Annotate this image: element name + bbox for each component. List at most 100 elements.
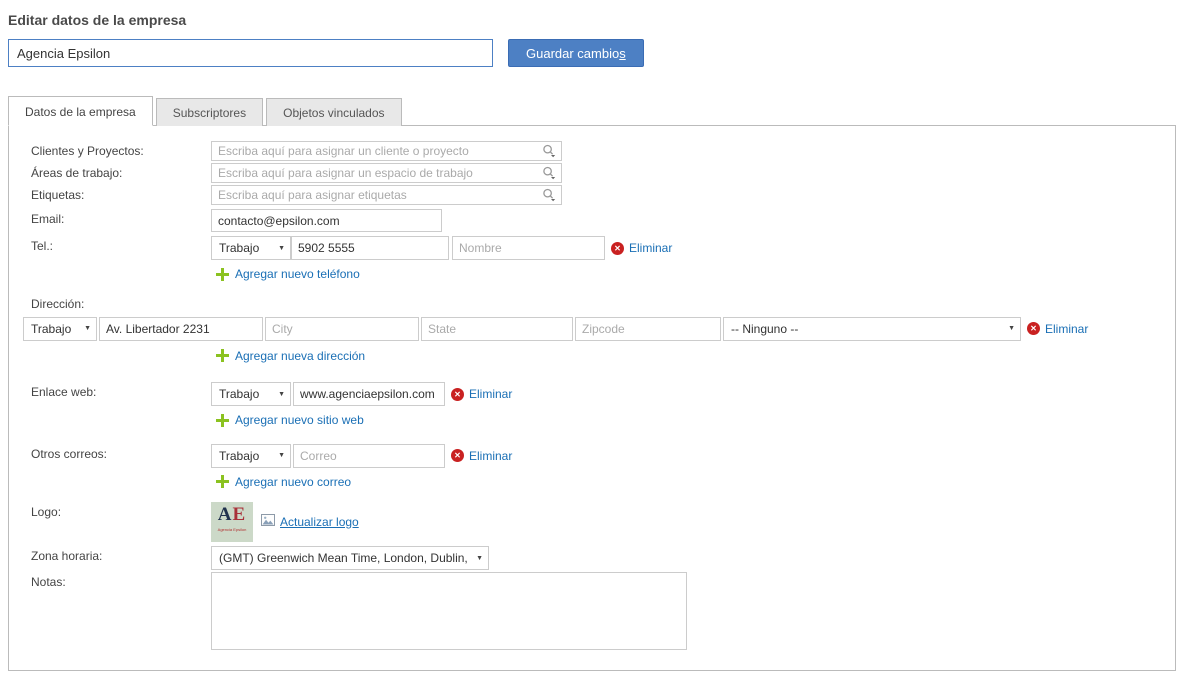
add-address-link[interactable]: Agregar nueva dirección (216, 349, 365, 363)
add-phone-label: Agregar nuevo teléfono (235, 267, 360, 281)
chevron-down-icon: ▼ (278, 391, 285, 398)
notes-row: Notas: (15, 572, 1169, 650)
add-other-email-row: Agregar nuevo correo (216, 475, 1169, 492)
timezone-label: Zona horaria: (31, 546, 211, 563)
phone-number-input[interactable] (291, 236, 449, 260)
add-address-row: Agregar nueva dirección (216, 349, 1169, 366)
plus-icon (216, 475, 229, 488)
save-button[interactable]: Guardar cambios (508, 39, 644, 67)
chevron-down-icon: ▼ (476, 555, 483, 562)
other-email-input[interactable] (293, 444, 445, 468)
timezone-select[interactable]: (GMT) Greenwich Mean Time, London, Dubli… (211, 546, 489, 570)
tab-bar: Datos de la empresa Subscriptores Objeto… (8, 96, 1176, 126)
etiquetas-row: Etiquetas: (15, 185, 1169, 205)
company-name-input[interactable] (8, 39, 493, 67)
etiquetas-search-input[interactable] (211, 185, 562, 205)
add-website-row: Agregar nuevo sitio web (216, 413, 1169, 430)
website-type-select[interactable]: Trabajo ▼ (211, 382, 291, 406)
address-state-input[interactable] (421, 317, 573, 341)
other-emails-label: Otros correos: (31, 444, 211, 461)
areas-label: Áreas de trabajo: (31, 163, 211, 180)
notes-textarea[interactable] (211, 572, 687, 650)
phone-row: Tel.: Trabajo ▼ ✕ Eliminar (15, 236, 1169, 260)
address-country-select[interactable]: -- Ninguno -- ▼ (723, 317, 1021, 341)
areas-search-input[interactable] (211, 163, 562, 183)
website-url-input[interactable] (293, 382, 445, 406)
update-logo-link[interactable]: Actualizar logo (280, 515, 359, 529)
address-type-select[interactable]: Trabajo ▼ (23, 317, 97, 341)
add-address-label: Agregar nueva dirección (235, 349, 365, 363)
chevron-down-icon: ▼ (278, 245, 285, 252)
add-other-email-label: Agregar nuevo correo (235, 475, 351, 489)
phone-remove-link[interactable]: ✕ Eliminar (611, 241, 672, 255)
website-remove-label: Eliminar (469, 387, 512, 401)
address-type-value: Trabajo (31, 322, 71, 336)
page-title: Editar datos de la empresa (8, 12, 1176, 28)
search-icon[interactable] (542, 144, 556, 161)
tab-label: Subscriptores (173, 106, 246, 120)
phone-type-select[interactable]: Trabajo ▼ (211, 236, 291, 260)
website-remove-link[interactable]: ✕ Eliminar (451, 387, 512, 401)
website-label: Enlace web: (31, 382, 211, 399)
clientes-search-input[interactable] (211, 141, 562, 161)
logo-monogram-a: A (218, 504, 233, 525)
image-icon (261, 514, 275, 529)
search-icon[interactable] (542, 188, 556, 205)
address-city-input[interactable] (265, 317, 419, 341)
phone-name-input[interactable] (452, 236, 605, 260)
website-type-value: Trabajo (219, 387, 259, 401)
timezone-value: (GMT) Greenwich Mean Time, London, Dubli… (219, 551, 470, 565)
email-input[interactable] (211, 209, 442, 232)
tab-subscriptores[interactable]: Subscriptores (156, 98, 263, 126)
website-row: Enlace web: Trabajo ▼ ✕ Eliminar (15, 382, 1169, 406)
other-email-type-value: Trabajo (219, 449, 259, 463)
tab-objetos-vinculados[interactable]: Objetos vinculados (266, 98, 401, 126)
phone-type-value: Trabajo (219, 241, 259, 255)
logo-label: Logo: (31, 502, 211, 519)
email-label: Email: (31, 209, 211, 226)
address-country-value: -- Ninguno -- (731, 322, 798, 336)
etiquetas-label: Etiquetas: (31, 185, 211, 202)
logo-caption: Agencia Epsilon (211, 527, 253, 532)
company-data-panel: Clientes y Proyectos: Áreas de trabajo: … (8, 125, 1176, 671)
add-phone-link[interactable]: Agregar nuevo teléfono (216, 267, 360, 281)
clientes-label: Clientes y Proyectos: (31, 141, 211, 158)
notes-label: Notas: (31, 572, 211, 589)
address-label: Dirección: (31, 297, 1169, 311)
other-email-remove-label: Eliminar (469, 449, 512, 463)
add-other-email-link[interactable]: Agregar nuevo correo (216, 475, 351, 489)
other-email-remove-link[interactable]: ✕ Eliminar (451, 449, 512, 463)
address-remove-label: Eliminar (1045, 322, 1088, 336)
plus-icon (216, 349, 229, 362)
other-emails-row: Otros correos: Trabajo ▼ ✕ Eliminar (15, 444, 1169, 468)
edit-company-page: Editar datos de la empresa Guardar cambi… (0, 0, 1184, 679)
address-remove-link[interactable]: ✕ Eliminar (1027, 322, 1088, 336)
phone-remove-label: Eliminar (629, 241, 672, 255)
logo-monogram-e: E (233, 504, 247, 525)
plus-icon (216, 268, 229, 281)
search-icon[interactable] (542, 166, 556, 183)
company-name-row: Guardar cambios (8, 39, 1176, 67)
tab-label: Datos de la empresa (25, 105, 136, 119)
tab-datos-de-la-empresa[interactable]: Datos de la empresa (8, 96, 153, 126)
add-website-label: Agregar nuevo sitio web (235, 413, 364, 427)
address-zip-input[interactable] (575, 317, 721, 341)
add-website-link[interactable]: Agregar nuevo sitio web (216, 413, 364, 427)
phone-label: Tel.: (31, 236, 211, 253)
plus-icon (216, 414, 229, 427)
save-button-label: Guardar cambio (526, 46, 619, 61)
chevron-down-icon: ▼ (1008, 325, 1015, 332)
other-email-type-select[interactable]: Trabajo ▼ (211, 444, 291, 468)
clientes-row: Clientes y Proyectos: (15, 141, 1169, 161)
company-logo-image: AE Agencia Epsilon (211, 502, 253, 542)
tab-label: Objetos vinculados (283, 106, 384, 120)
areas-row: Áreas de trabajo: (15, 163, 1169, 183)
address-row: Trabajo ▼ -- Ninguno -- ▼ ✕ Eliminar (23, 317, 1169, 341)
remove-icon: ✕ (451, 449, 464, 462)
email-row: Email: (15, 209, 1169, 232)
chevron-down-icon: ▼ (84, 325, 91, 332)
address-street-input[interactable] (99, 317, 263, 341)
timezone-row: Zona horaria: (GMT) Greenwich Mean Time,… (15, 546, 1169, 570)
chevron-down-icon: ▼ (278, 452, 285, 459)
add-phone-row: Agregar nuevo teléfono (216, 267, 1169, 284)
